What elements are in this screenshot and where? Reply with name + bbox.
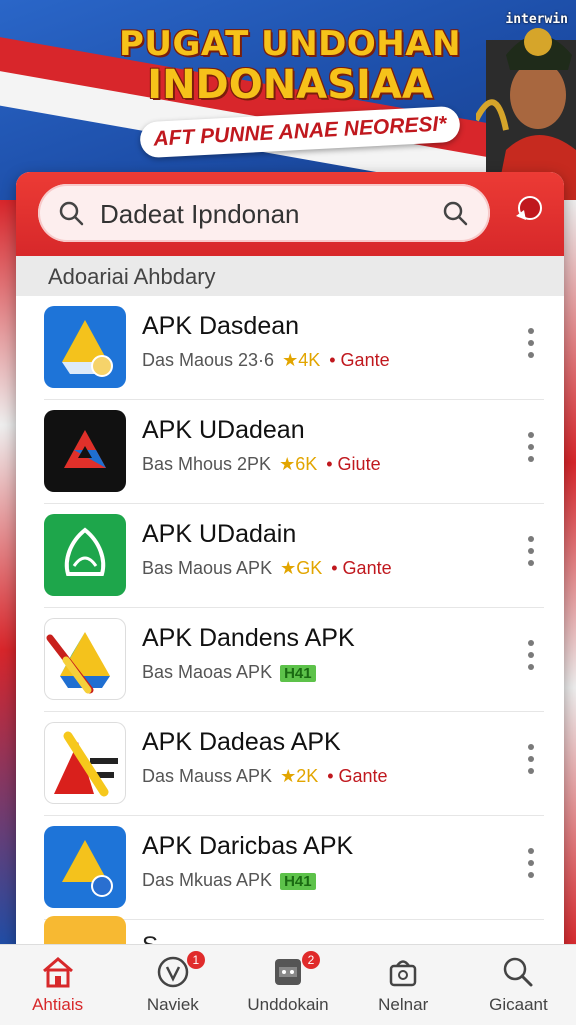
nav-label: Unddokain	[247, 995, 329, 1014]
verified-icon	[157, 956, 189, 988]
nav-item-home[interactable]: Ahtiais	[0, 945, 115, 1025]
app-badge: H41	[280, 873, 316, 890]
search-header: Dadeat Ipndonan	[16, 172, 564, 256]
app-meta: Das Mauss APK ★2K • Gante	[142, 766, 388, 787]
app-developer: Das Maous 23·6	[142, 350, 275, 370]
person-illustration	[476, 28, 576, 200]
banner-title-line2: INDONASIAA	[147, 62, 433, 108]
side-decoration-right	[562, 200, 576, 950]
nav-badge: 2	[302, 951, 320, 969]
app-meta: Das Maous 23·6 ★4K • Gante	[142, 350, 390, 371]
more-options-icon[interactable]	[528, 640, 536, 676]
list-item[interactable]: APK UDadean Bas Mhous 2PK ★6K • Giute	[44, 400, 544, 504]
nav-label: Gicaant	[489, 995, 548, 1014]
list-item[interactable]: APK UDadain Bas Maous APK ★GK • Gante	[44, 504, 544, 608]
app-name: APK UDadean	[142, 416, 305, 444]
leaf-app-icon	[44, 514, 126, 596]
nav-label: Ahtiais	[32, 995, 84, 1014]
app-name: APK Dandens APK	[142, 624, 355, 652]
nav-item-downloads[interactable]: 2 Unddokain	[230, 945, 345, 1025]
nav-label: Nelnar	[378, 995, 429, 1014]
more-options-icon[interactable]	[528, 432, 536, 468]
list-item[interactable]: APK Dandens APK Bas Maoas APK H41	[44, 608, 544, 712]
app-meta: Bas Mhous 2PK ★6K • Giute	[142, 454, 381, 475]
nav-item-verified[interactable]: 1 Naviek	[115, 945, 230, 1025]
app-developer: Bas Maoas APK	[142, 662, 273, 682]
home-icon	[42, 957, 73, 988]
search-submit-icon[interactable]	[442, 200, 468, 226]
downloads-icon	[275, 959, 301, 985]
nav-label: Naviek	[146, 995, 199, 1014]
bottom-nav: Ahtiais 1 Naviek 2 Unddokain Nelnar Gica…	[0, 944, 576, 1025]
app-developer: Bas Mhous 2PK	[142, 454, 272, 474]
app-developer: Bas Maous APK	[142, 558, 273, 578]
app-badge: H41	[280, 665, 316, 682]
megaphone-icon[interactable]	[510, 194, 546, 230]
more-options-icon[interactable]	[528, 848, 536, 884]
app-tag: • Gante	[327, 766, 388, 786]
app-name: APK Daricbas APK	[142, 832, 354, 860]
more-options-icon[interactable]	[528, 536, 536, 572]
app-tag: • Giute	[326, 454, 381, 474]
app-name: APK Dadeas APK	[142, 728, 341, 756]
nav-badge: 1	[186, 951, 205, 969]
app-rating: ★2K	[280, 766, 319, 786]
app-name: APK Dasdean	[142, 312, 300, 340]
more-options-icon[interactable]	[528, 744, 536, 780]
app-tag: • Gante	[331, 558, 392, 578]
nav-item-bag[interactable]: Nelnar	[346, 945, 461, 1025]
app-list: APK Dasdean Das Maous 23·6 ★4K • Gante AP…	[16, 296, 564, 920]
search-icon[interactable]	[58, 200, 84, 226]
app-meta: Das Mkuas APK H41	[142, 870, 316, 891]
section-header: Adoariai Ahbdary	[16, 256, 564, 296]
app-meta: Bas Maoas APK H41	[142, 662, 316, 683]
search-bar[interactable]: Dadeat Ipndonan	[38, 184, 490, 242]
drive-app-icon	[44, 306, 126, 388]
app-rating: ★6K	[279, 454, 318, 474]
pencil-app-icon	[44, 722, 126, 804]
bag-icon	[389, 960, 417, 987]
section-title: Adoariai Ahbdary	[48, 264, 216, 289]
drive-blue-app-icon	[44, 826, 126, 908]
search-icon	[504, 957, 533, 987]
banner-title-line1: PUGAT UNDOHAN	[118, 24, 462, 64]
app-meta: Bas Maous APK ★GK • Gante	[142, 558, 392, 579]
watermark: interwin	[505, 12, 568, 27]
more-options-icon[interactable]	[528, 328, 536, 364]
app-developer: Das Mkuas APK	[142, 870, 273, 890]
list-item[interactable]: APK Dasdean Das Maous 23·6 ★4K • Gante	[44, 296, 544, 400]
app-developer: Das Mauss APK	[142, 766, 273, 786]
app-rating: ★GK	[280, 558, 323, 578]
app-name: APK UDadain	[142, 520, 297, 548]
app-tag: • Gante	[329, 350, 390, 370]
search-input[interactable]: Dadeat Ipndonan	[100, 199, 300, 230]
app-rating: ★4K	[282, 350, 321, 370]
promo-banner[interactable]: PUGAT UNDOHAN INDONASIAA AFT PUNNE ANAE …	[0, 0, 576, 200]
list-item[interactable]: APK Daricbas APK Das Mkuas APK H41	[44, 816, 544, 920]
app-store-card: Dadeat Ipndonan Adoariai Ahbdary APK Das…	[16, 172, 564, 962]
drive-dark-app-icon	[44, 410, 126, 492]
drive-white-app-icon	[44, 618, 126, 700]
list-item[interactable]: APK Dadeas APK Das Mauss APK ★2K • Gante	[44, 712, 544, 816]
nav-item-search[interactable]: Gicaant	[461, 945, 576, 1025]
